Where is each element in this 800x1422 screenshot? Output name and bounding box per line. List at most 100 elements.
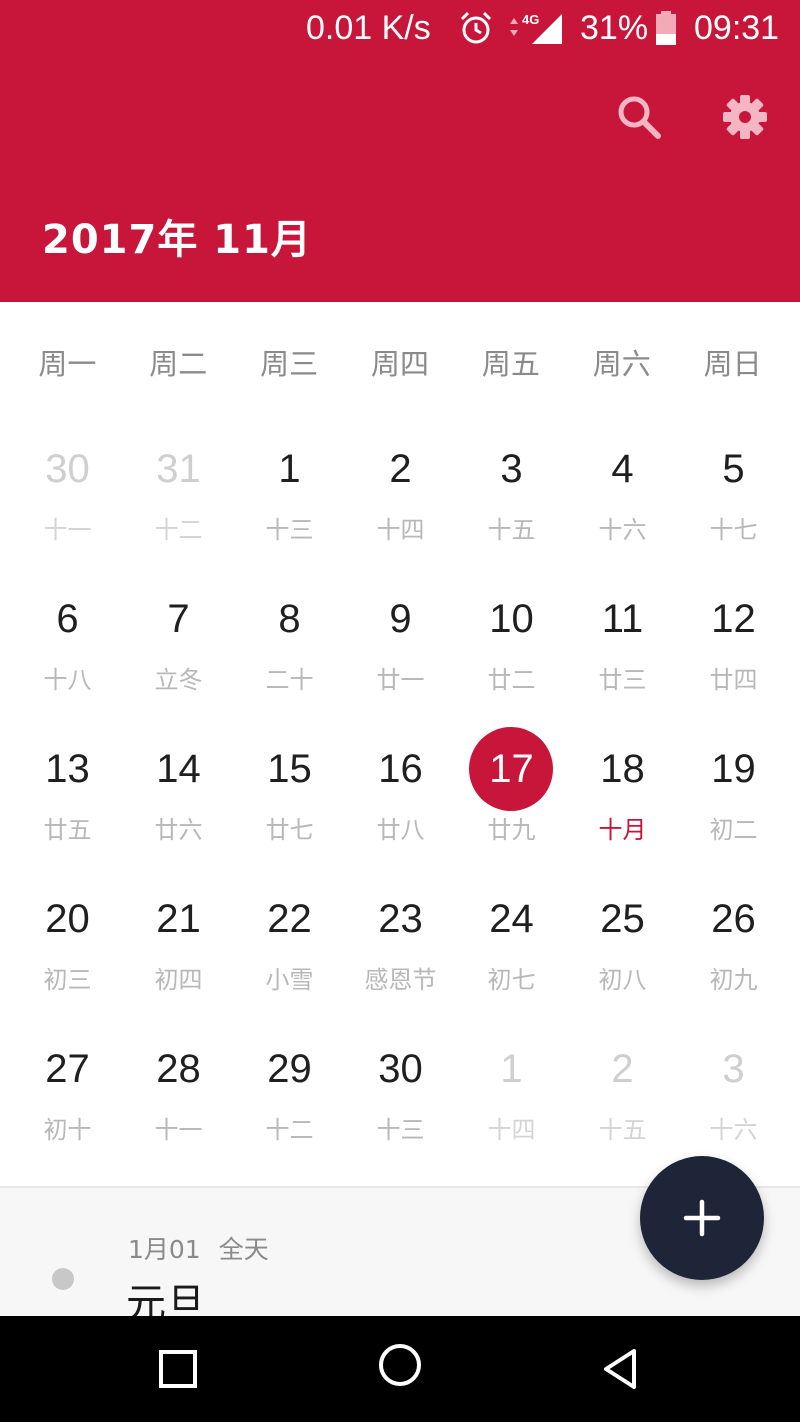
lunar-date: 十二 xyxy=(265,1116,314,1144)
lunar-date: 初九 xyxy=(709,966,758,994)
day-number: 9 xyxy=(389,597,412,641)
event-meta: 1月01 全天 xyxy=(128,1232,269,1268)
day-cell[interactable]: 30 十一 xyxy=(12,415,123,565)
day-cell[interactable]: 11 廿三 xyxy=(567,565,678,715)
lunar-date: 感恩节 xyxy=(364,966,437,994)
event-dot-icon xyxy=(52,1268,74,1290)
day-cell[interactable]: 10 廿二 xyxy=(456,565,567,715)
day-number: 11 xyxy=(601,597,644,641)
calendar-screen: 0.01 K/s 4G 31% 09:31 2017年 11月 周一 周二 周三… xyxy=(0,0,800,1422)
weekday-label: 周日 xyxy=(703,347,762,381)
weekday-label: 周四 xyxy=(371,347,430,381)
day-number: 15 xyxy=(267,747,312,791)
weekday-label: 周六 xyxy=(592,347,651,381)
status-clock: 09:31 xyxy=(694,9,780,47)
day-cell[interactable]: 30 十三 xyxy=(345,1015,456,1165)
day-cell[interactable]: 28 十一 xyxy=(123,1015,234,1165)
day-number: 8 xyxy=(278,597,301,641)
day-cell[interactable]: 2 十四 xyxy=(345,415,456,565)
network-type-label: 4G xyxy=(522,12,539,27)
day-cell[interactable]: 16 廿八 xyxy=(345,715,456,865)
day-number: 24 xyxy=(489,897,534,941)
day-cell[interactable]: 13 廿五 xyxy=(12,715,123,865)
lunar-date: 初三 xyxy=(43,966,92,994)
day-cell[interactable]: 9 廿一 xyxy=(345,565,456,715)
back-icon[interactable] xyxy=(598,1346,644,1392)
month-grid: 30 十一 31 十二 1 十三 2 十四 3 十五 4 十六 5 十七 6 十八 7 立冬 8 二十 9 廿一 10 廿二 1… xyxy=(12,415,788,1165)
day-cell[interactable]: 24 初七 xyxy=(456,865,567,1015)
day-cell[interactable]: 5 十七 xyxy=(678,415,789,565)
day-number: 31 xyxy=(156,447,201,491)
weekday-label: 周二 xyxy=(149,347,208,381)
day-cell[interactable]: 8 二十 xyxy=(234,565,345,715)
day-cell[interactable]: 7 立冬 xyxy=(123,565,234,715)
month-title[interactable]: 2017年 11月 xyxy=(42,212,312,268)
day-number: 14 xyxy=(156,747,201,791)
day-number: 13 xyxy=(45,747,90,791)
status-bar: 0.01 K/s 4G 31% 09:31 xyxy=(0,0,800,56)
search-icon[interactable] xyxy=(614,92,664,142)
day-number: 21 xyxy=(156,897,201,941)
day-cell[interactable]: 2 十五 xyxy=(567,1015,678,1165)
day-cell[interactable]: 4 十六 xyxy=(567,415,678,565)
lunar-date: 廿九 xyxy=(487,816,536,844)
day-cell[interactable]: 12 廿四 xyxy=(678,565,789,715)
day-number: 28 xyxy=(156,1047,201,1091)
event-title: 元旦 xyxy=(126,1281,206,1318)
day-cell[interactable]: 21 初四 xyxy=(123,865,234,1015)
weekday-label: 周三 xyxy=(260,347,319,381)
day-number: 30 xyxy=(45,447,90,491)
weekday-label: 周一 xyxy=(38,347,97,381)
add-event-button[interactable] xyxy=(640,1156,764,1280)
day-cell[interactable]: 1 十三 xyxy=(234,415,345,565)
lunar-date: 小雪 xyxy=(265,966,314,994)
lunar-date: 十月 xyxy=(598,816,647,844)
lunar-date: 十四 xyxy=(487,1116,536,1144)
day-number: 16 xyxy=(378,747,423,791)
day-number: 25 xyxy=(600,897,645,941)
lunar-date: 初四 xyxy=(154,966,203,994)
lunar-date: 廿七 xyxy=(265,816,314,844)
day-cell[interactable]: 14 廿六 xyxy=(123,715,234,865)
day-cell[interactable]: 6 十八 xyxy=(12,565,123,715)
lunar-date: 十八 xyxy=(43,666,92,694)
day-cell[interactable]: 18 十月 xyxy=(567,715,678,865)
day-number: 22 xyxy=(267,897,312,941)
day-number: 3 xyxy=(500,447,523,491)
day-cell[interactable]: 20 初三 xyxy=(12,865,123,1015)
day-cell[interactable]: 23 感恩节 xyxy=(345,865,456,1015)
day-cell[interactable]: 19 初二 xyxy=(678,715,789,865)
day-number: 2 xyxy=(389,447,412,491)
settings-icon[interactable] xyxy=(722,94,768,140)
recent-apps-icon[interactable] xyxy=(155,1346,201,1392)
day-cell[interactable]: 27 初十 xyxy=(12,1015,123,1165)
day-number: 5 xyxy=(722,447,745,491)
day-number: 17 xyxy=(489,747,534,791)
day-number: 30 xyxy=(378,1047,423,1091)
day-cell[interactable]: 1 十四 xyxy=(456,1015,567,1165)
lunar-date: 十五 xyxy=(598,1116,647,1144)
day-cell[interactable]: 31 十二 xyxy=(123,415,234,565)
day-number: 29 xyxy=(267,1047,312,1091)
lunar-date: 十三 xyxy=(376,1116,425,1144)
battery-icon xyxy=(654,10,678,46)
day-cell[interactable]: 26 初九 xyxy=(678,865,789,1015)
day-cell[interactable]: 3 十六 xyxy=(678,1015,789,1165)
day-cell[interactable]: 29 十二 xyxy=(234,1015,345,1165)
home-icon[interactable] xyxy=(377,1342,423,1388)
lunar-date: 十四 xyxy=(376,516,425,544)
event-time: 全天 xyxy=(218,1235,269,1264)
day-cell[interactable]: 15 廿七 xyxy=(234,715,345,865)
day-cell-today[interactable]: 17 廿九 xyxy=(456,715,567,865)
plus-icon xyxy=(683,1199,721,1237)
day-number: 20 xyxy=(45,897,90,941)
day-cell[interactable]: 22 小雪 xyxy=(234,865,345,1015)
day-number: 12 xyxy=(711,597,756,641)
day-cell[interactable]: 3 十五 xyxy=(456,415,567,565)
event-date: 1月01 xyxy=(128,1235,201,1264)
day-cell[interactable]: 25 初八 xyxy=(567,865,678,1015)
lunar-date: 初七 xyxy=(487,966,536,994)
lunar-date: 廿五 xyxy=(43,816,92,844)
app-header: 0.01 K/s 4G 31% 09:31 2017年 11月 xyxy=(0,0,800,302)
lunar-date: 廿六 xyxy=(154,816,203,844)
